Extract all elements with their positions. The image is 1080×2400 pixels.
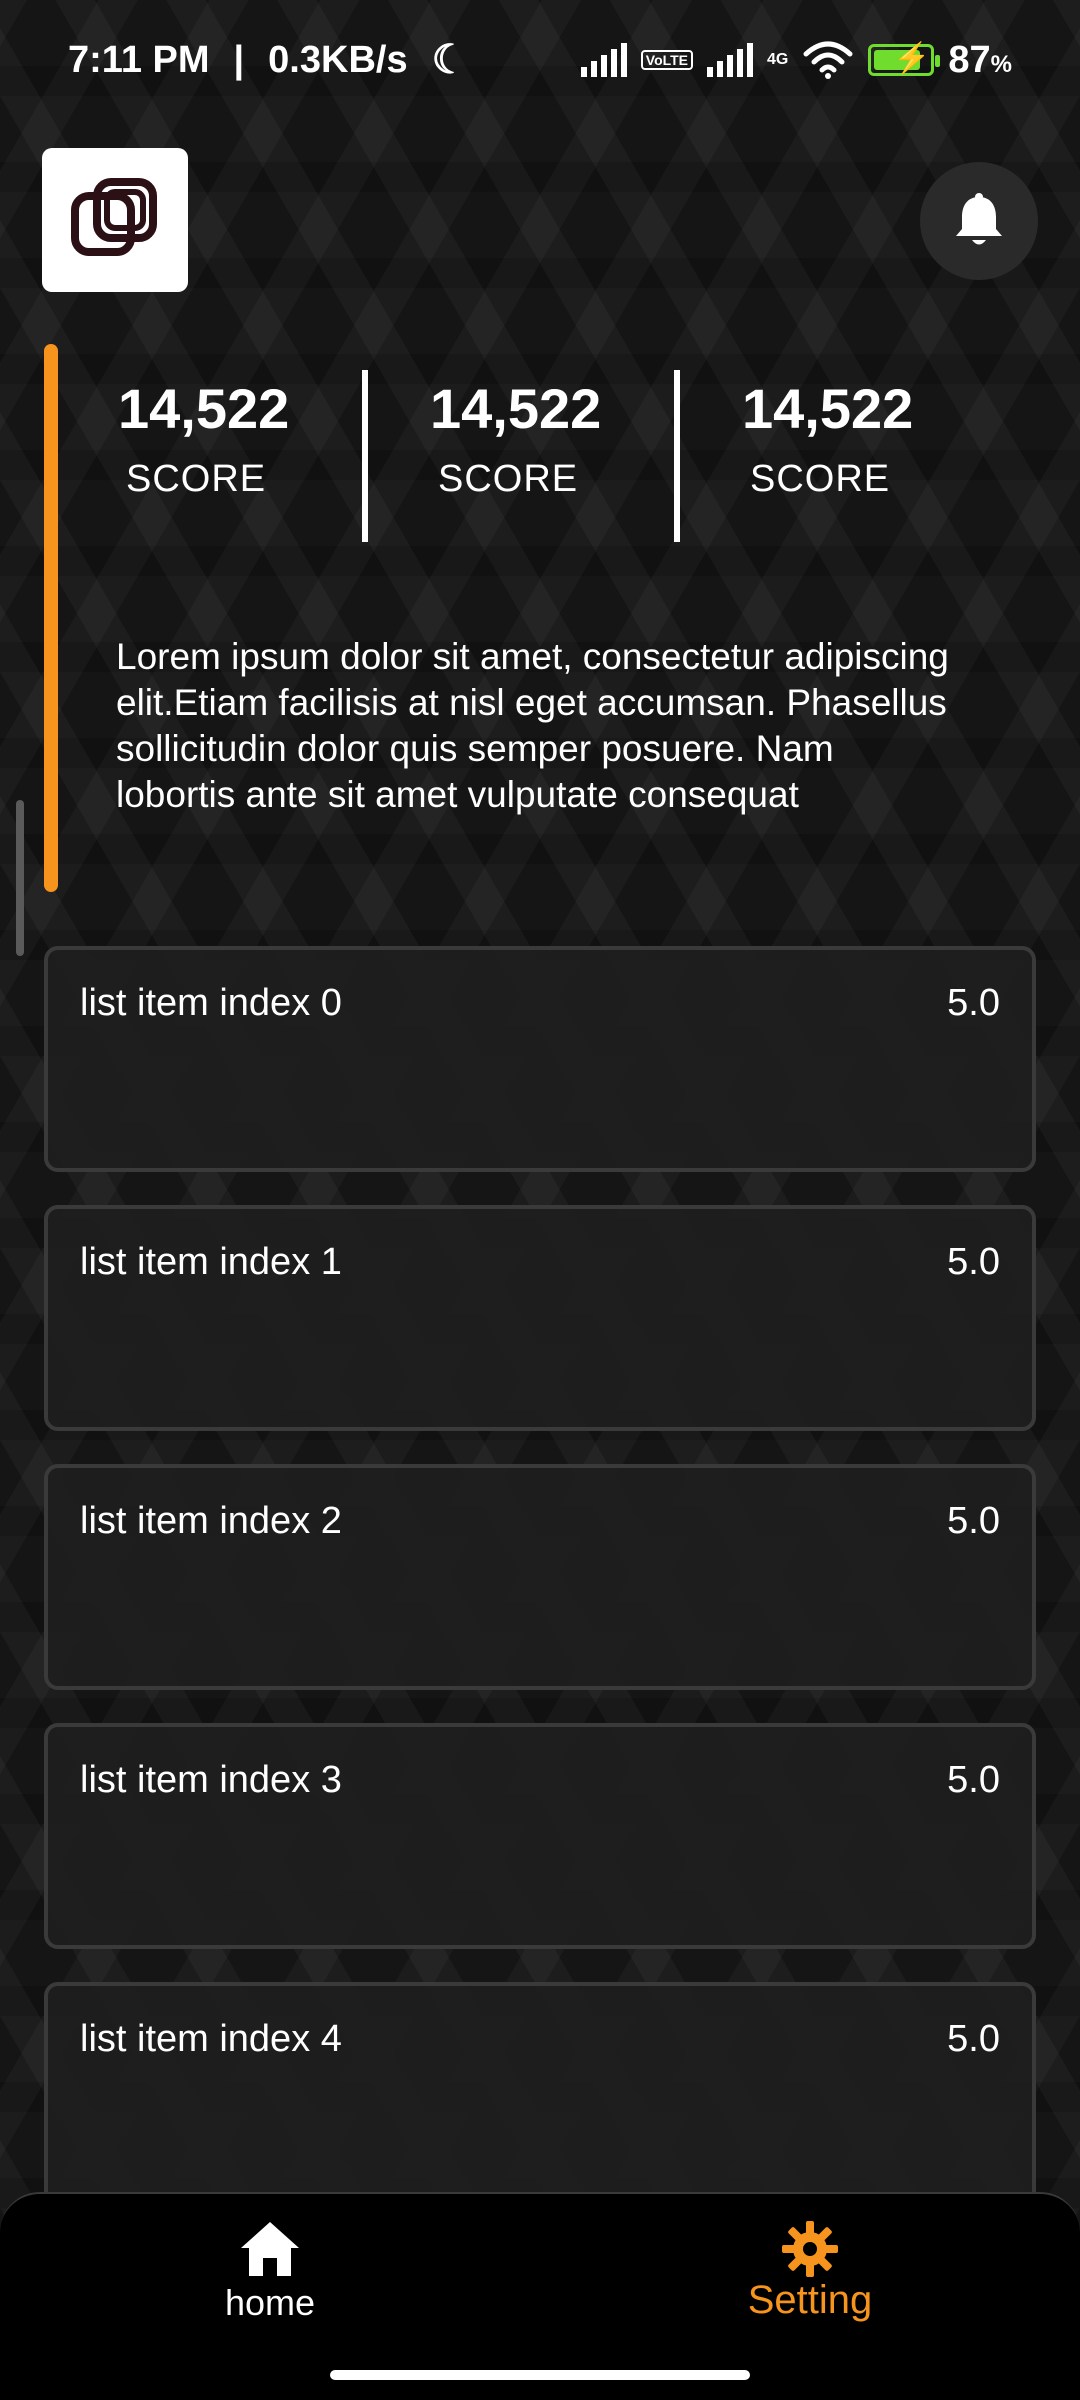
list-item-value: 5.0 (947, 1500, 1000, 1542)
nav-home-button[interactable]: home (140, 2220, 400, 2324)
score-value: 14,522 (118, 377, 290, 440)
status-time: 7:11 PM (68, 38, 210, 81)
list-item-value: 5.0 (947, 1241, 1000, 1283)
home-icon (241, 2222, 299, 2276)
network-speed: 0.3KB/s (268, 38, 408, 81)
score-label: SCORE (126, 458, 267, 500)
score-label: SCORE (750, 458, 891, 500)
charging-bolt-icon: ⚡ (893, 42, 931, 75)
wifi-icon (803, 41, 853, 79)
nav-setting-button[interactable]: Setting (680, 2220, 940, 2323)
stat-divider (362, 370, 368, 542)
score-stats: 14,522 SCORE 14,522 SCORE 14,522 SCORE (112, 370, 986, 546)
list-item-value: 5.0 (947, 1759, 1000, 1801)
score-stat-2: 14,522 SCORE (424, 370, 674, 546)
item-list: list item index 0 5.0 list item index 1 … (44, 946, 1036, 2241)
score-value: 14,522 (742, 377, 914, 440)
list-item[interactable]: list item index 1 5.0 (44, 1205, 1036, 1431)
network-type-badge: 4G (767, 51, 789, 68)
status-left: 7:11 PM | 0.3KB/s ☾ (68, 37, 467, 83)
score-stat-3: 14,522 SCORE (736, 370, 986, 546)
signal-icon-sim1 (580, 43, 627, 77)
app-logo-icon (71, 178, 157, 256)
description-text: Lorem ipsum dolor sit amet, consectetur … (116, 636, 949, 815)
app-logo[interactable] (42, 148, 188, 292)
status-separator: | (233, 38, 245, 81)
nav-setting-label: Setting (747, 2278, 873, 2322)
do-not-disturb-icon: ☾ (431, 38, 468, 82)
list-item[interactable]: list item index 0 5.0 (44, 946, 1036, 1172)
gesture-home-indicator[interactable] (330, 2370, 750, 2380)
notification-button[interactable] (920, 162, 1038, 280)
status-right: VoLTE 4G ⚡ 87% (580, 38, 1012, 82)
list-item-title: list item index 2 (80, 1500, 342, 1542)
nav-home-label: home (224, 2282, 316, 2323)
list-item-title: list item index 4 (80, 2018, 342, 2060)
list-item-title: list item index 3 (80, 1759, 342, 1801)
signal-icon-sim2 (707, 43, 754, 77)
battery-icon: ⚡ (868, 42, 941, 76)
stat-divider (674, 370, 680, 542)
score-stat-1: 14,522 SCORE (112, 370, 362, 546)
gear-icon (782, 2221, 838, 2277)
list-item-title: list item index 1 (80, 1241, 342, 1283)
list-item[interactable]: list item index 3 5.0 (44, 1723, 1036, 1949)
list-item[interactable]: list item index 2 5.0 (44, 1464, 1036, 1690)
list-item-value: 5.0 (947, 982, 1000, 1024)
bottom-navigation: home Setting (0, 2192, 1080, 2400)
list-item[interactable]: list item index 4 5.0 (44, 1982, 1036, 2208)
bell-icon (956, 193, 1002, 245)
score-value: 14,522 (430, 377, 602, 440)
accent-bar (44, 344, 58, 892)
volte-badge: VoLTE (640, 50, 694, 70)
scroll-indicator[interactable] (16, 800, 24, 956)
score-label: SCORE (438, 458, 579, 500)
list-item-title: list item index 0 (80, 982, 342, 1024)
battery-percent: 87% (948, 38, 1012, 81)
status-bar: 7:11 PM | 0.3KB/s ☾ VoLTE 4G ⚡ 87% (0, 0, 1080, 120)
list-item-value: 5.0 (947, 2018, 1000, 2060)
